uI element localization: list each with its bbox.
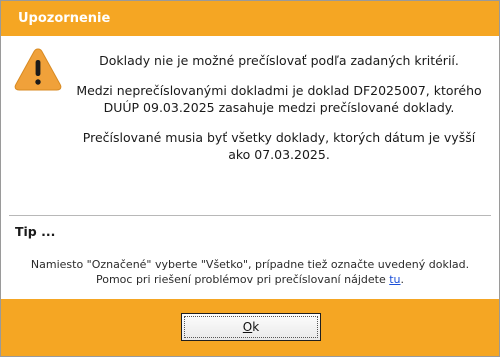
ok-button-label: Ok [184, 316, 318, 338]
message-line-document: Medzi neprečíslovanými dokladmi je dokla… [76, 83, 482, 115]
message-area: Doklady nie je možné prečíslovať podľa z… [67, 52, 491, 176]
ok-rest: k [252, 320, 260, 334]
tip-line-select-all: Namiesto "Označené" vyberte "Všetko", pr… [30, 258, 470, 271]
message-line-criteria: Doklady nie je možné prečíslovať podľa z… [99, 53, 459, 68]
help-link[interactable]: tu [389, 273, 400, 286]
divider [9, 215, 491, 216]
tip-heading: Tip ... [15, 224, 56, 239]
tip-help-text: Pomoc pri riešení problémov pri prečíslo… [95, 273, 390, 286]
warning-dialog: Upozornenie Doklady nie je možné prečísl… [0, 0, 500, 357]
dialog-title-bar: Upozornenie [1, 1, 499, 36]
tip-help-suffix: . [400, 273, 405, 286]
tip-line-help: Pomoc pri riešení problémov pri prečíslo… [11, 272, 489, 287]
dialog-title: Upozornenie [18, 11, 111, 26]
message-line-date: Prečíslované musia byť všetky doklady, k… [82, 130, 476, 162]
warning-triangle-icon [14, 48, 62, 91]
ok-button[interactable]: Ok [181, 313, 321, 341]
tip-body: Namiesto "Označené" vyberte "Všetko", pr… [11, 257, 489, 287]
ok-accelerator: O [242, 320, 253, 334]
dialog-footer: Ok [1, 299, 499, 356]
